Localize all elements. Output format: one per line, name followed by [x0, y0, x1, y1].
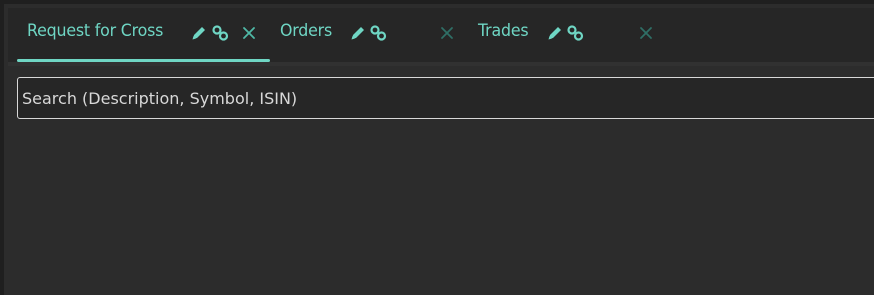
search-box [17, 77, 874, 119]
tab-request-for-cross[interactable]: Request for Cross [27, 20, 275, 62]
app-frame: Request for Cross Orders Trades Search (… [0, 0, 874, 295]
tab-label: Trades [478, 21, 529, 41]
tab-label: Request for Cross [27, 21, 164, 41]
tab-divider [8, 62, 874, 66]
link-icon[interactable] [211, 24, 229, 42]
tab-label: Orders [280, 21, 333, 41]
tab-bar: Request for Cross Orders Trades [8, 8, 874, 62]
pencil-icon[interactable] [190, 24, 208, 42]
close-icon[interactable] [439, 25, 455, 41]
link-icon[interactable] [566, 24, 584, 42]
link-icon[interactable] [369, 24, 387, 42]
pencil-icon[interactable] [546, 24, 564, 42]
close-icon[interactable] [638, 25, 654, 41]
pencil-icon[interactable] [349, 24, 367, 42]
close-icon[interactable] [241, 25, 257, 41]
search-input[interactable] [18, 78, 874, 118]
